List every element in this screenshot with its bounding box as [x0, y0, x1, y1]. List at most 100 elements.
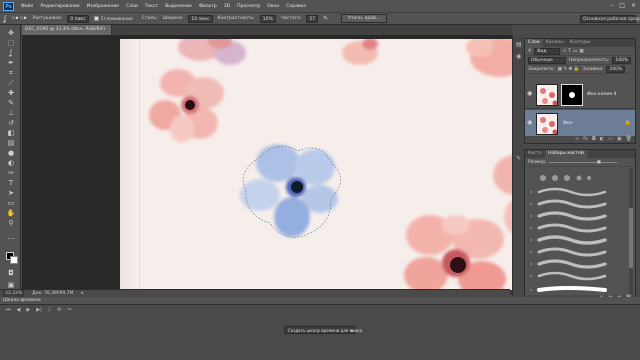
width-input[interactable]: 10 пикс: [188, 14, 213, 23]
audio-icon[interactable]: ♪: [48, 307, 51, 313]
panel-dock-strip: ▤ ◉ ✎: [512, 35, 524, 295]
visibility-eye-icon[interactable]: ◉: [527, 120, 533, 126]
chevron-down-icon[interactable]: ▾: [351, 327, 353, 334]
brush-size-slider[interactable]: [549, 161, 617, 163]
scrollbar-thumb[interactable]: [629, 208, 633, 268]
folder-icon[interactable]: ▭: [608, 136, 613, 143]
dodge-tool-icon[interactable]: ◐: [6, 159, 16, 167]
type-tool-icon[interactable]: T: [6, 179, 16, 187]
fill-input[interactable]: 100%: [606, 65, 626, 73]
blend-mode-select[interactable]: Обычные: [528, 56, 566, 64]
prev-frame-icon[interactable]: ◀: [17, 307, 21, 313]
fx-icon[interactable]: fx: [583, 136, 588, 143]
tab-brush-presets[interactable]: Наборы кистей: [544, 150, 587, 158]
layer-row-selected[interactable]: ◉ Фон 🔒: [525, 110, 635, 138]
feather-input[interactable]: 0 пикс: [67, 14, 89, 23]
history-brush-tool-icon[interactable]: ↺: [6, 119, 16, 127]
quick-mask-icon[interactable]: ◘: [6, 269, 16, 277]
clone-stamp-tool-icon[interactable]: ⊥: [6, 109, 16, 117]
layer-name[interactable]: Фон копия 4: [587, 92, 616, 97]
document-tab[interactable]: DSC_0190 @ 33,3% (Фон, RGB/8#): [22, 25, 112, 35]
blur-tool-icon[interactable]: ●: [6, 149, 16, 157]
layer-mask-thumbnail[interactable]: [561, 84, 583, 106]
hand-tool-icon[interactable]: ✋: [6, 209, 16, 217]
brush-panel-icon[interactable]: ✎: [516, 155, 521, 162]
pen-pressure-icon[interactable]: ✎: [323, 15, 328, 22]
zoom-tool-icon[interactable]: ⚲: [6, 219, 16, 227]
timeline-panel-tab[interactable]: Шкала времени: [0, 297, 640, 305]
menu-view[interactable]: Просмотр: [237, 4, 260, 9]
new-preset-icon[interactable]: ▣: [597, 160, 601, 165]
shape-tool-icon[interactable]: ▭: [6, 199, 16, 207]
split-icon[interactable]: ✂: [67, 307, 71, 313]
lock-icon: 🔒: [624, 120, 631, 126]
quick-select-tool-icon[interactable]: ✒: [6, 59, 16, 67]
menu-filter[interactable]: Фильтр: [199, 4, 217, 9]
menu-edit[interactable]: Редактирование: [40, 4, 79, 9]
trash-icon[interactable]: 🗑: [626, 136, 632, 143]
lasso-tool-icon[interactable]: ʆ: [6, 49, 16, 57]
move-tool-icon[interactable]: ✥: [6, 29, 16, 37]
eraser-tool-icon[interactable]: ◧: [6, 129, 16, 137]
properties-panel-icon[interactable]: ◉: [516, 53, 521, 60]
canvas-area[interactable]: [22, 35, 512, 295]
layer-kind-select[interactable]: Вид: [534, 47, 561, 55]
eyedropper-tool-icon[interactable]: ⟋: [6, 79, 16, 87]
style-label: Стиль:: [141, 16, 158, 21]
more-tools-icon[interactable]: …: [6, 233, 16, 241]
background-color-swatch[interactable]: [10, 256, 18, 264]
tab-paths[interactable]: Контуры: [567, 39, 594, 47]
tab-brush[interactable]: Кисть: [525, 150, 545, 158]
brush-tool-icon[interactable]: ✎: [6, 99, 16, 107]
screen-mode-icon[interactable]: ▣: [6, 281, 16, 289]
next-frame-icon[interactable]: ▶|: [36, 307, 42, 313]
history-panel-icon[interactable]: ▤: [516, 41, 522, 48]
gradient-tool-icon[interactable]: ▤: [6, 139, 16, 147]
tab-layers[interactable]: Слои: [525, 39, 543, 47]
layer-name[interactable]: Фон: [563, 121, 573, 126]
menu-select[interactable]: Выделение: [165, 4, 192, 9]
antialias-checkbox[interactable]: Сглаживание: [93, 15, 133, 22]
menu-help[interactable]: Справка: [286, 4, 306, 9]
path-select-tool-icon[interactable]: ➤: [6, 189, 16, 197]
document-canvas[interactable]: [120, 39, 512, 291]
first-frame-icon[interactable]: ⏮: [6, 307, 11, 313]
workspace-select[interactable]: Основная рабочая среда: [580, 15, 640, 23]
marquee-tool-icon[interactable]: ⬚: [6, 39, 16, 47]
filter-icons[interactable]: ▫T▭▦: [563, 49, 585, 54]
menu-file[interactable]: Файл: [21, 4, 33, 9]
play-icon[interactable]: ▶: [26, 307, 30, 313]
maximize-icon[interactable]: □: [619, 2, 625, 9]
flower-top-right: [466, 39, 512, 77]
menu-image[interactable]: Изображение: [87, 4, 119, 9]
opacity-input[interactable]: 100%: [612, 56, 632, 64]
selection-mode-icons[interactable]: ▫▪▫▪: [11, 16, 27, 21]
tab-channels[interactable]: Каналы: [543, 39, 567, 47]
link-icon[interactable]: ∞: [575, 136, 579, 143]
brush-list-scrollbar[interactable]: [629, 168, 633, 296]
refine-edge-button[interactable]: Уточн. край...: [341, 14, 388, 23]
minimize-icon[interactable]: –: [610, 2, 613, 9]
zoom-level[interactable]: 33,33%: [3, 290, 25, 297]
healing-brush-tool-icon[interactable]: ✚: [6, 89, 16, 97]
menu-3d[interactable]: 3D: [224, 4, 230, 9]
layer-row[interactable]: ◉ Фон копия 4: [525, 81, 635, 109]
close-icon[interactable]: ×: [631, 2, 636, 9]
pen-tool-icon[interactable]: ✑: [6, 169, 16, 177]
contrast-input[interactable]: 10%: [259, 14, 276, 23]
brush-preset-list[interactable]: [525, 168, 635, 298]
adjustment-icon[interactable]: ◐: [600, 136, 604, 143]
status-arrow-icon[interactable]: ▸: [81, 290, 83, 297]
lasso-tool-icon[interactable]: ʆ: [4, 15, 6, 23]
add-mask-icon[interactable]: ◘: [592, 136, 596, 143]
menu-layers[interactable]: Слои: [126, 4, 138, 9]
create-video-timeline-button[interactable]: Создать шкалу времени для видео ▾: [284, 326, 362, 334]
crop-tool-icon[interactable]: ⌗: [6, 69, 16, 77]
lock-icons[interactable]: ▦ ✎ ✥ 🔒: [558, 67, 580, 72]
new-layer-icon[interactable]: ▣: [617, 136, 622, 143]
visibility-eye-icon[interactable]: ◉: [527, 91, 533, 97]
menu-type[interactable]: Текст: [145, 4, 158, 9]
settings-icon[interactable]: ⚙: [57, 307, 61, 313]
menu-window[interactable]: Окно: [267, 4, 279, 9]
frequency-input[interactable]: 57: [306, 14, 319, 23]
